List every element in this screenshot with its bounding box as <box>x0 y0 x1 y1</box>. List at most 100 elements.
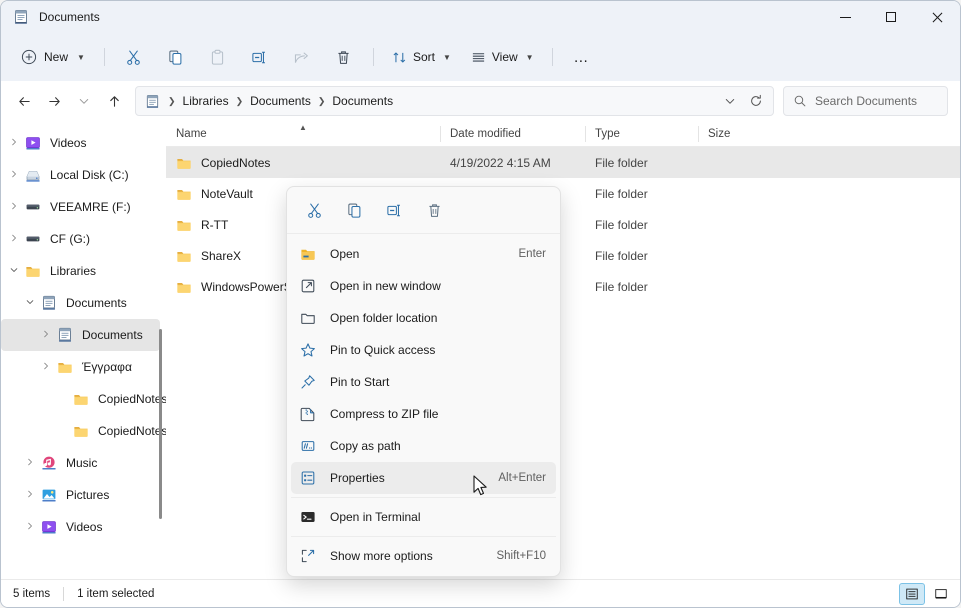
breadcrumb-item-documents-2[interactable]: Documents <box>327 91 398 111</box>
folder-icon <box>176 248 192 264</box>
file-name-cell: CopiedNotes <box>166 155 440 171</box>
sidebar-item-videos[interactable]: Videos <box>1 511 160 543</box>
sidebar-item-veeamre-f[interactable]: VEEAMRE (F:) <box>1 191 160 223</box>
delete-button[interactable] <box>324 41 364 73</box>
chevron-down-icon: ▼ <box>77 52 85 62</box>
minimize-button[interactable] <box>822 1 868 33</box>
context-rename-button[interactable] <box>379 195 409 225</box>
chevron-right-icon[interactable] <box>35 329 57 341</box>
breadcrumb[interactable]: ❯ Libraries ❯ Documents ❯ Documents <box>135 86 774 116</box>
sidebar-item-documents[interactable]: Documents <box>1 287 160 319</box>
chevron-right-icon[interactable] <box>3 169 25 181</box>
sidebar-item-local-disk-c[interactable]: Local Disk (C:) <box>1 159 160 191</box>
toolbar-divider-2 <box>372 48 374 66</box>
address-bar: ❯ Libraries ❯ Documents ❯ Documents Sear… <box>1 81 960 121</box>
folder-icon <box>177 282 191 293</box>
sidebar-scrollbar-thumb[interactable] <box>159 329 162 519</box>
context-menu-quick-actions <box>287 187 560 234</box>
sidebar-item-videos[interactable]: Videos <box>1 127 160 159</box>
sort-button[interactable]: Sort ▼ <box>383 41 460 73</box>
ellipsis-icon: … <box>573 48 590 66</box>
status-bar: 5 items 1 item selected <box>1 579 960 607</box>
search-input[interactable]: Search Documents <box>783 86 948 116</box>
column-header-date-modified[interactable]: Date modified <box>440 121 585 147</box>
context-cut-button[interactable] <box>299 195 329 225</box>
context-menu-item-open-in-new-window[interactable]: Open in new window <box>291 270 556 302</box>
column-header-type[interactable]: Type <box>585 121 698 147</box>
details-view-button[interactable] <box>899 582 925 605</box>
sidebar-item-pictures[interactable]: Pictures <box>1 479 160 511</box>
breadcrumb-item-libraries[interactable]: Libraries <box>178 91 234 111</box>
maximize-button[interactable] <box>868 1 914 33</box>
context-menu-item-open-folder-location[interactable]: Open folder location <box>291 302 556 334</box>
previous-locations-button[interactable] <box>717 88 743 114</box>
title-bar: Documents <box>1 1 960 33</box>
close-button[interactable] <box>914 1 960 33</box>
pictures-icon <box>41 487 57 503</box>
sidebar-item-documents[interactable]: Documents <box>1 319 160 351</box>
sidebar-item-cf-g[interactable]: CF (G:) <box>1 223 160 255</box>
see-more-button[interactable]: … <box>562 41 602 73</box>
context-menu[interactable]: Open Enter Open in new window Open folder l… <box>286 186 561 577</box>
context-menu-item-pin-to-quick-access[interactable]: Pin to Quick access <box>291 334 556 366</box>
context-menu-item-compress-to-zip-file[interactable]: Compress to ZIP file <box>291 398 556 430</box>
breadcrumb-item-documents[interactable]: Documents <box>245 91 316 111</box>
chevron-right-icon[interactable] <box>3 201 25 213</box>
context-menu-item-show-more-options[interactable]: Show more options Shift+F10 <box>291 540 556 572</box>
chevron-right-icon[interactable] <box>35 361 57 373</box>
chevron-right-icon[interactable] <box>19 489 41 501</box>
back-button[interactable] <box>9 86 39 116</box>
column-header-name[interactable]: ▲ Name <box>166 121 440 147</box>
chevron-down-icon[interactable] <box>3 265 25 277</box>
chevron-right-icon[interactable] <box>19 521 41 533</box>
open-new-window-icon <box>300 278 316 294</box>
paste-button[interactable] <box>198 41 238 73</box>
sidebar-item-copiednotes[interactable]: CopiedNotes <box>1 383 166 415</box>
chevron-down-icon[interactable] <box>19 297 41 309</box>
refresh-button[interactable] <box>743 88 769 114</box>
chevron-right-icon[interactable] <box>3 137 25 149</box>
context-menu-item-copy-as-path[interactable]: Copy as path <box>291 430 556 462</box>
toolbar-divider-3 <box>551 48 553 66</box>
file-name-label: R-TT <box>201 217 229 232</box>
recent-locations-button[interactable] <box>69 86 99 116</box>
context-copy-button[interactable] <box>339 195 369 225</box>
rename-button[interactable] <box>240 41 280 73</box>
context-menu-item-pin-to-start[interactable]: Pin to Start <box>291 366 556 398</box>
context-menu-item-open-in-terminal[interactable]: Open in Terminal <box>291 501 556 533</box>
new-button[interactable]: New ▼ <box>11 41 95 73</box>
view-button[interactable]: View ▼ <box>462 41 543 73</box>
chevron-right-icon[interactable] <box>3 233 25 245</box>
context-delete-button[interactable] <box>419 195 449 225</box>
videos-icon <box>26 137 40 150</box>
sidebar-item-libraries[interactable]: Libraries <box>1 255 160 287</box>
column-header-size[interactable]: Size <box>698 121 780 147</box>
sidebar-item-label: Music <box>66 456 98 470</box>
table-row[interactable]: CopiedNotes 4/19/2022 4:15 AM File folder <box>166 147 960 178</box>
cut-button[interactable] <box>114 41 154 73</box>
cut-icon <box>307 203 321 218</box>
sidebar-item-music[interactable]: Music <box>1 447 160 479</box>
folder-icon <box>176 155 192 171</box>
folder-icon <box>176 279 192 295</box>
date-modified-cell: 4/19/2022 4:15 AM <box>450 155 551 170</box>
tiles-view-button[interactable] <box>928 583 954 605</box>
context-menu-item-properties[interactable]: Properties Alt+Enter <box>291 462 556 494</box>
sidebar-item-[interactable]: Έγγραφα <box>1 351 160 383</box>
context-menu-item-open[interactable]: Open Enter <box>291 238 556 270</box>
properties-icon <box>300 470 316 486</box>
chevron-right-icon[interactable] <box>19 457 41 469</box>
navigation-pane[interactable]: Videos Local Disk (C:) VEEAMRE (F:) CF (G:)… <box>1 121 166 569</box>
sidebar-item-copiednotes[interactable]: CopiedNotes <box>1 415 166 447</box>
folder-icon <box>177 251 191 262</box>
up-button[interactable] <box>99 86 129 116</box>
column-header-label: Size <box>708 127 731 140</box>
copy-button[interactable] <box>156 41 196 73</box>
sidebar-item-label: Videos <box>66 520 103 534</box>
context-menu-item-label: Properties <box>330 471 385 485</box>
folder-icon <box>58 363 72 373</box>
forward-button[interactable] <box>39 86 69 116</box>
harddisk-icon <box>25 167 41 183</box>
documents-library-icon <box>43 295 55 310</box>
share-button[interactable] <box>282 41 322 73</box>
